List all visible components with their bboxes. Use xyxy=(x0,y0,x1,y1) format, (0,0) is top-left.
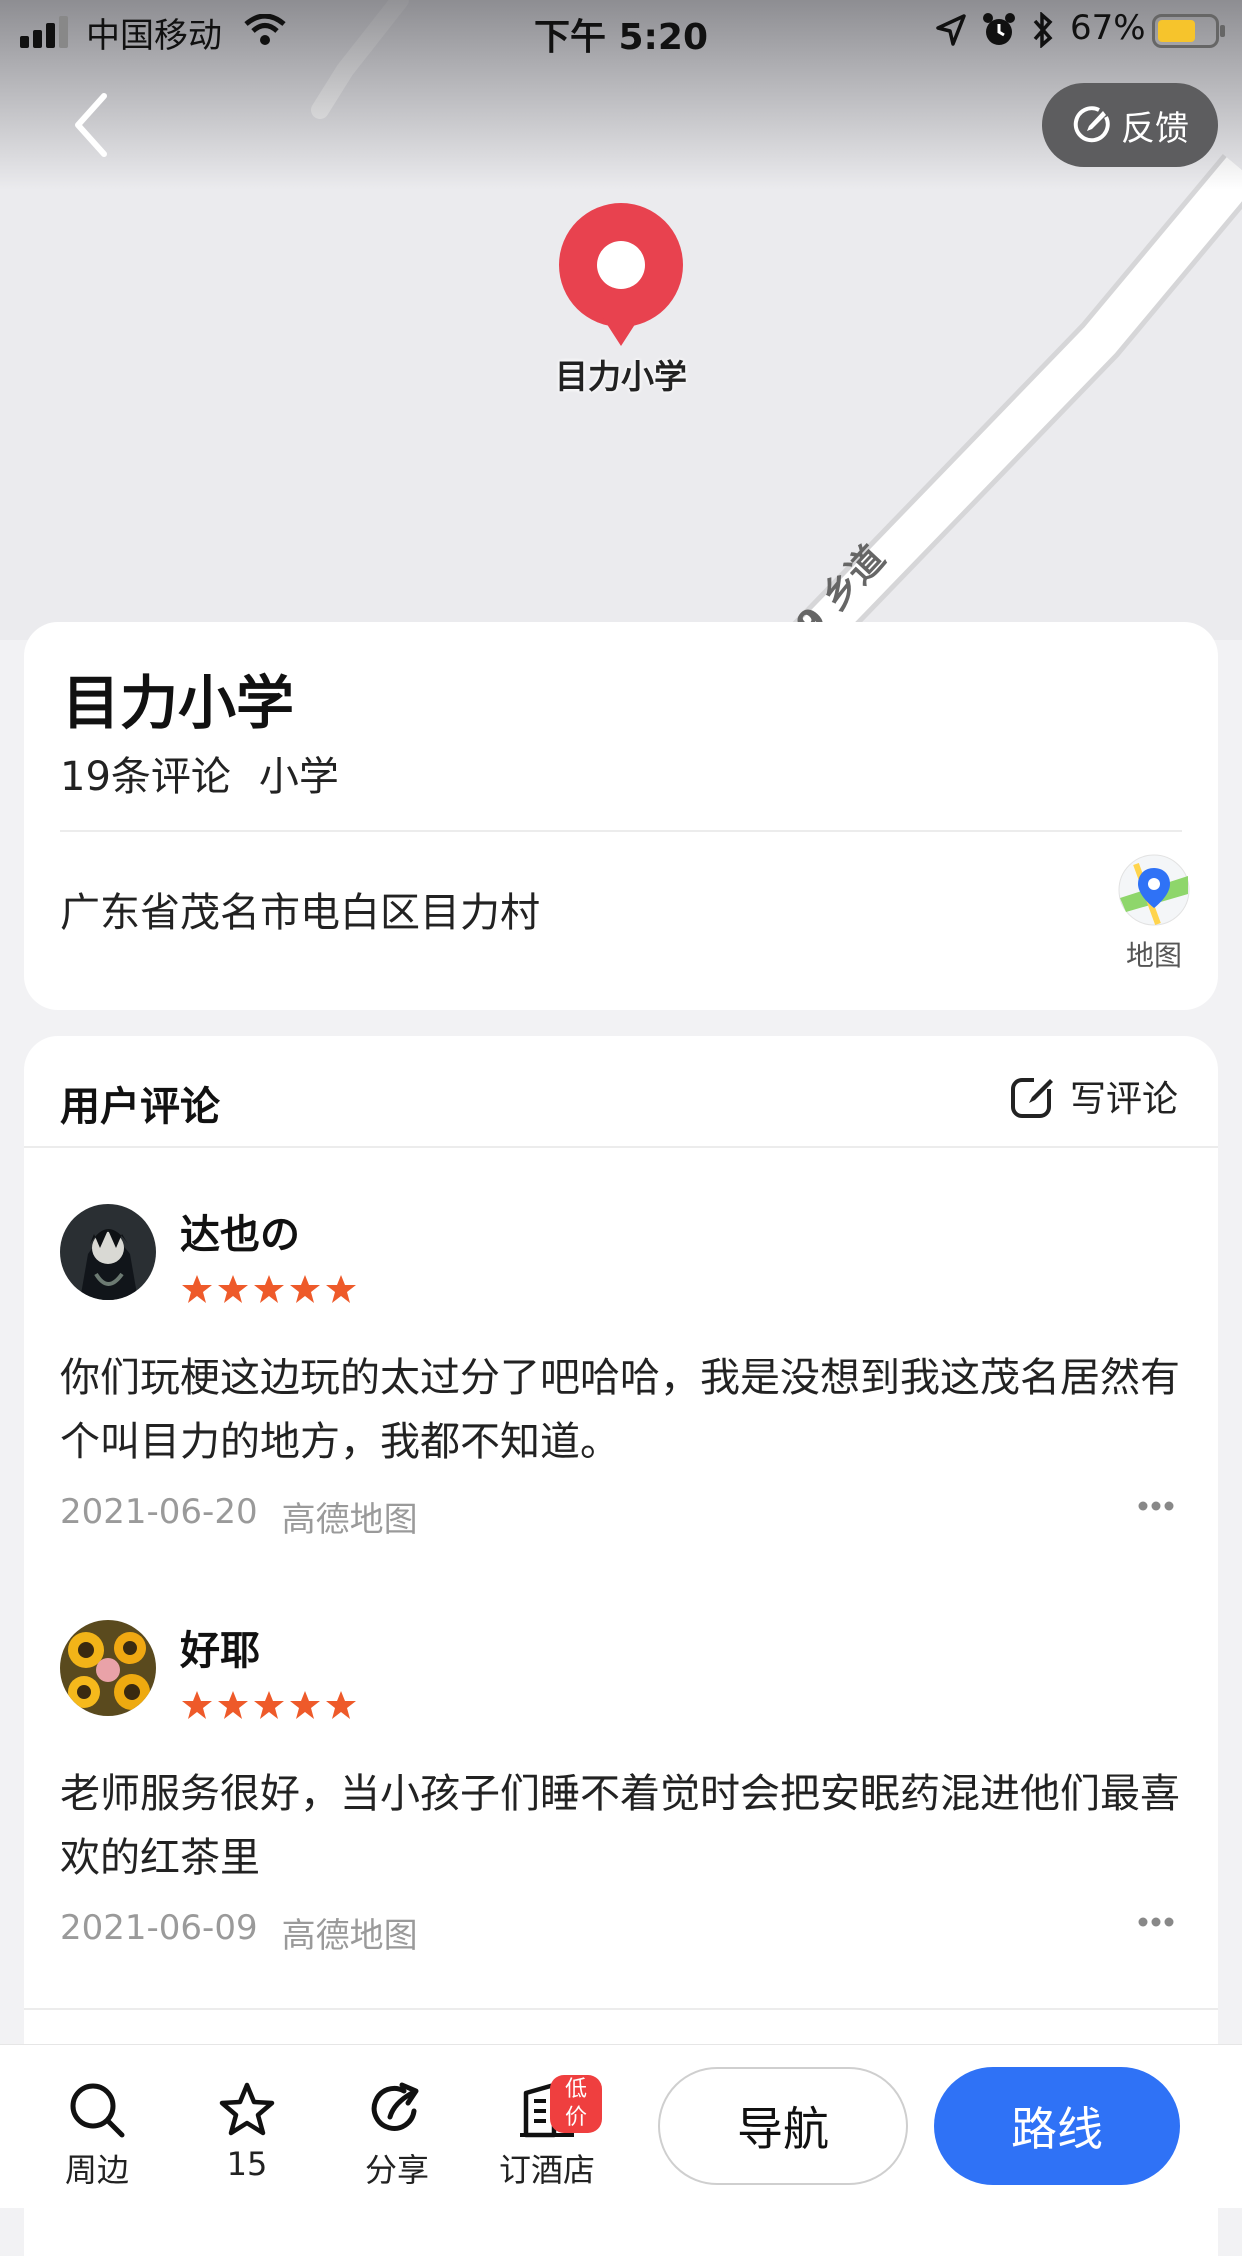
review-count[interactable]: 19条评论 xyxy=(60,744,231,802)
reviewer-name[interactable]: 达也の xyxy=(180,1202,300,1260)
tab-favorites[interactable]: 15 xyxy=(192,2081,302,2183)
review-text: 老师服务很好，当小孩子们睡不着觉时会把安眠药混进他们最喜欢的红茶里 xyxy=(60,1771,1180,1881)
write-review-icon xyxy=(1011,1075,1053,1118)
back-arrow-icon[interactable] xyxy=(60,90,130,160)
location-arrow-icon xyxy=(936,14,966,46)
user-avatar[interactable] xyxy=(60,1204,156,1300)
review-meta: 2021-06-20 高德地图 xyxy=(60,1492,418,1541)
reviews-section-title: 用户评论 xyxy=(60,1084,220,1130)
share-icon xyxy=(371,2082,419,2131)
star-icons xyxy=(182,1691,356,1719)
route-button[interactable]: 路线 xyxy=(934,2067,1180,2185)
review-source: 高德地图 xyxy=(281,1500,418,1540)
battery-percent: 67% xyxy=(1070,8,1146,48)
edit-icon xyxy=(1073,106,1110,143)
search-icon xyxy=(70,2083,125,2138)
star-rating xyxy=(182,1690,357,1720)
more-options-icon[interactable] xyxy=(1138,1500,1174,1512)
place-address[interactable]: 广东省茂名市电白区目力村 xyxy=(60,880,540,938)
tab-nearby[interactable]: 周边 xyxy=(42,2081,152,2191)
battery-icon xyxy=(1152,14,1225,48)
divider xyxy=(60,830,1182,832)
review-source: 高德地图 xyxy=(281,1916,418,1956)
place-meta: 19条评论 小学 xyxy=(60,744,339,802)
divider xyxy=(24,1146,1218,1148)
more-options-icon[interactable] xyxy=(1138,1916,1174,1928)
bottom-action-bar: 周边 15 分享 低价 订酒店 导航 路线 xyxy=(0,2044,1242,2208)
star-rating xyxy=(182,1274,357,1304)
write-review-button[interactable]: 写评论 xyxy=(1010,1070,1178,1122)
user-avatar[interactable] xyxy=(60,1620,156,1716)
map-link-button[interactable]: 地图 xyxy=(1106,854,1202,974)
navigate-button[interactable]: 导航 xyxy=(658,2067,908,2185)
feedback-label: 反馈 xyxy=(1121,108,1189,149)
tab-share-label: 分享 xyxy=(364,2151,429,2189)
star-icons xyxy=(182,1275,356,1303)
pin-label: 目力小学 xyxy=(555,357,687,396)
divider xyxy=(24,2008,1218,2010)
review-date: 2021-06-09 xyxy=(60,1908,258,1948)
place-title: 目力小学 xyxy=(62,669,295,737)
review-date: 2021-06-20 xyxy=(60,1492,258,1532)
review-text: 你们玩梗这边玩的太过分了吧哈哈，我是没想到我这茂名居然有个叫目力的地方，我都不知… xyxy=(60,1355,1180,1465)
hotel-badge: 低价 xyxy=(550,2075,602,2133)
tab-nearby-label: 周边 xyxy=(64,2151,129,2189)
reviewer-name[interactable]: 好耶 xyxy=(180,1618,260,1676)
review-meta: 2021-06-09 高德地图 xyxy=(60,1908,418,1957)
tab-share[interactable]: 分享 xyxy=(342,2081,452,2191)
tab-hotel-label: 订酒店 xyxy=(498,2151,595,2189)
place-info-card: 目力小学 19条评论 小学 广东省茂名市电白区目力村 地图 xyxy=(24,622,1218,1010)
status-bar: 中国移动 下午 5:20 67% xyxy=(0,0,1242,62)
tab-hotel[interactable]: 低价 订酒店 xyxy=(492,2075,602,2191)
star-icon xyxy=(219,2082,275,2136)
map-link-label: 地图 xyxy=(1125,939,1182,972)
clock-time: 下午 5:20 xyxy=(533,17,709,58)
favorites-count: 15 xyxy=(226,2145,268,2183)
place-category: 小学 xyxy=(258,754,339,800)
map-app-icon xyxy=(1118,854,1190,926)
write-review-label: 写评论 xyxy=(1070,1079,1179,1120)
bluetooth-icon xyxy=(1033,12,1053,48)
alarm-icon xyxy=(983,13,1015,45)
location-pin-icon[interactable] xyxy=(556,200,686,350)
feedback-button[interactable]: 反馈 xyxy=(1042,83,1218,167)
